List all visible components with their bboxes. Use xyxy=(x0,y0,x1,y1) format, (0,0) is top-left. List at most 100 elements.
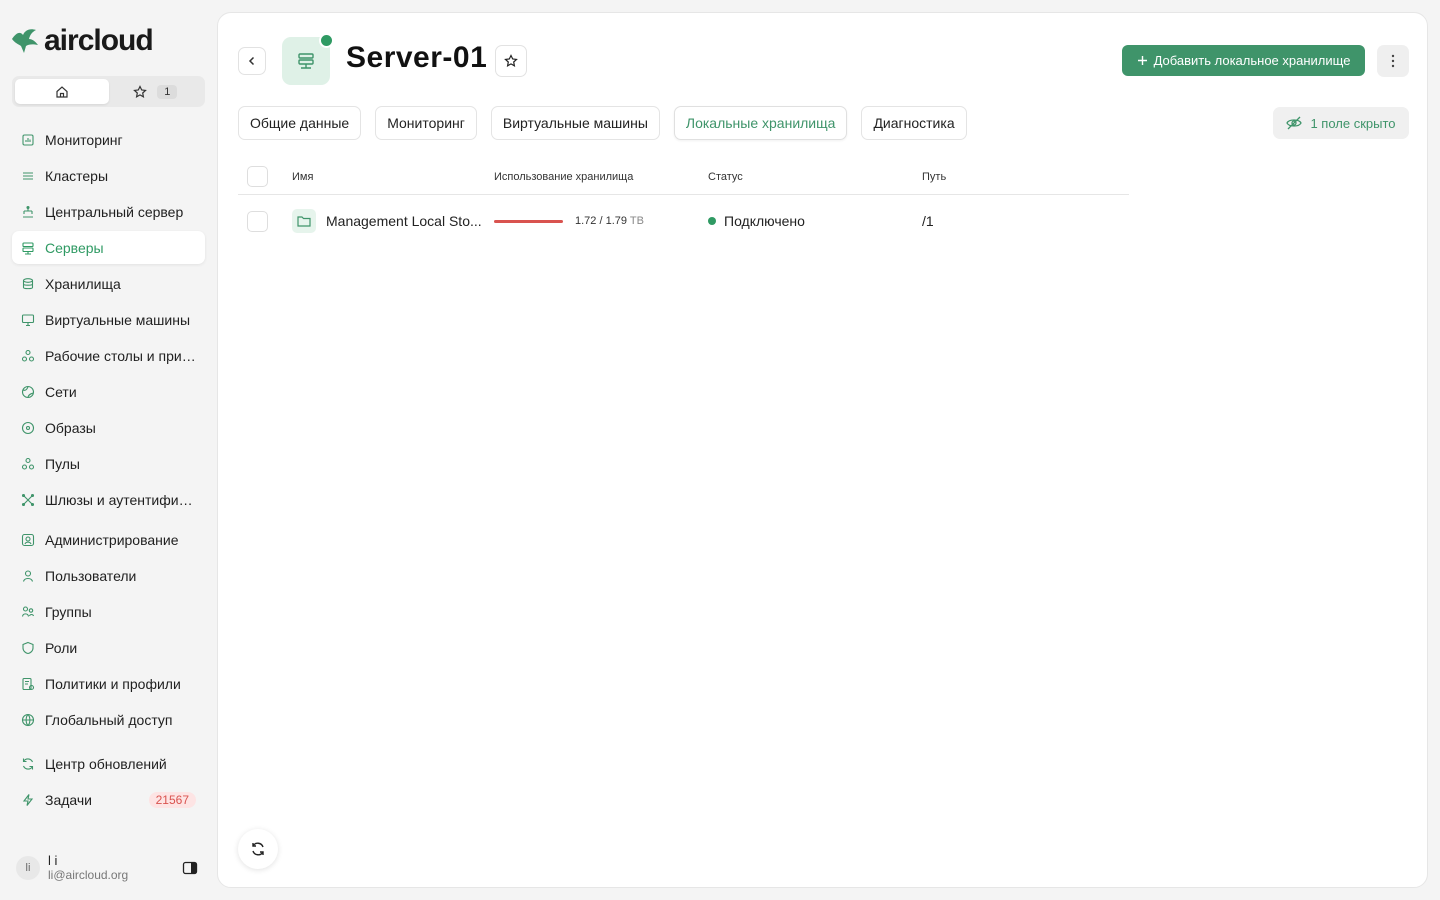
column-header-path[interactable]: Путь xyxy=(922,171,1072,183)
sidebar-item-15[interactable]: Политики и профили xyxy=(12,667,205,700)
apps-icon xyxy=(21,349,35,363)
tab-2[interactable]: Виртуальные машины xyxy=(490,106,660,140)
layers-icon xyxy=(21,169,35,183)
local-storage-table: Имя Использование хранилища Статус Путь … xyxy=(238,159,1129,247)
hidden-fields-button[interactable]: 1 поле скрыто xyxy=(1273,107,1409,139)
tab-0[interactable]: Общие данные xyxy=(238,106,362,140)
column-header-usage[interactable]: Использование хранилища xyxy=(494,171,708,183)
sidebar-item-7[interactable]: Сети xyxy=(12,375,205,408)
sidebar-item-label: Задачи xyxy=(45,791,93,808)
sidebar-item-label: Виртуальные машины xyxy=(45,311,191,328)
sidebar-item-8[interactable]: Образы xyxy=(12,411,205,444)
row-checkbox[interactable] xyxy=(247,210,268,232)
more-options-button[interactable] xyxy=(1377,45,1409,77)
column-header-status[interactable]: Статус xyxy=(708,171,922,183)
chevron-left-icon xyxy=(246,55,258,67)
policy-icon xyxy=(21,677,35,691)
star-icon xyxy=(133,84,148,99)
select-all-checkbox[interactable] xyxy=(247,166,268,187)
sidebar-item-5[interactable]: Виртуальные машины xyxy=(12,303,205,336)
shield-icon xyxy=(21,641,35,655)
sidebar-item-10[interactable]: Шлюзы и аутентифика... xyxy=(12,483,205,516)
refresh-button[interactable] xyxy=(238,829,278,869)
sidebar-item-12[interactable]: Пользователи xyxy=(12,559,205,592)
tabs: Общие данные Мониторинг Виртуальные машины… xyxy=(238,106,967,140)
favorites-tab[interactable]: 1 xyxy=(109,79,203,104)
logo[interactable]: aircloud xyxy=(10,24,154,58)
sidebar-item-11[interactable]: Администрирование xyxy=(12,523,205,556)
storage-name[interactable]: Management Local Sto... xyxy=(326,213,482,229)
usage-value: 1.72 / 1.79 xyxy=(575,215,627,227)
sidebar-item-4[interactable]: Хранилища xyxy=(12,267,205,300)
sidebar-item-label: Рабочие столы и прил... xyxy=(45,347,197,364)
sidebar-item-17[interactable]: Центр обновлений xyxy=(12,747,205,780)
tab-4[interactable]: Диагностика xyxy=(861,106,967,140)
main-panel: Server-01 Добавить локальное хранилище О… xyxy=(217,12,1428,888)
favorite-button[interactable] xyxy=(495,45,527,77)
sidebar-item-label: Сети xyxy=(45,383,77,400)
refresh-icon xyxy=(250,841,266,857)
sidebar-item-label: Администрирование xyxy=(45,531,179,548)
eye-off-icon xyxy=(1286,116,1303,130)
usage-unit: TB xyxy=(629,215,644,227)
sidebar-item-label: Пользователи xyxy=(45,567,137,584)
column-header-name[interactable]: Имя xyxy=(292,171,494,183)
home-tab[interactable] xyxy=(15,79,109,104)
pools-icon xyxy=(21,457,35,471)
status-text: Подключено xyxy=(724,213,805,229)
sidebar-item-0[interactable]: Мониторинг xyxy=(12,123,205,156)
plus-icon xyxy=(1137,55,1148,66)
user-name: l i xyxy=(48,853,58,868)
table-row[interactable]: Management Local Sto... 1.72 / 1.79 TB П… xyxy=(238,195,1129,247)
sidebar-item-label: Кластеры xyxy=(45,167,108,184)
sidebar: aircloud 1 Мониторинг Кластеры Центральный… xyxy=(0,0,217,900)
star-icon xyxy=(504,54,518,68)
sidebar-item-label: Группы xyxy=(45,603,92,620)
sidebar-toggle-icon[interactable] xyxy=(182,860,198,876)
sidebar-item-14[interactable]: Роли xyxy=(12,631,205,664)
favorites-count: 1 xyxy=(157,84,178,99)
sidebar-item-label: Роли xyxy=(45,639,78,656)
globe-grid-icon xyxy=(21,385,35,399)
sidebar-item-label: Образы xyxy=(45,419,96,436)
sidebar-item-18[interactable]: Задачи 21567 xyxy=(12,783,205,816)
bolt-icon xyxy=(21,793,35,807)
sidebar-item-label: Шлюзы и аутентифика... xyxy=(45,491,197,508)
tab-3[interactable]: Локальные хранилища xyxy=(673,106,848,140)
sidebar-item-1[interactable]: Кластеры xyxy=(12,159,205,192)
user-profile[interactable]: li l i li@aircloud.org xyxy=(16,852,206,884)
back-button[interactable] xyxy=(238,47,266,75)
avatar: li xyxy=(16,856,40,880)
usage-bar xyxy=(494,219,563,223)
server-status-dot xyxy=(319,33,334,48)
sidebar-item-2[interactable]: Центральный сервер xyxy=(12,195,205,228)
group-icon xyxy=(21,605,35,619)
logo-text: aircloud xyxy=(44,24,154,57)
globe-icon xyxy=(21,713,35,727)
server-avatar xyxy=(282,33,334,85)
tab-1[interactable]: Мониторинг xyxy=(375,106,477,140)
chart-icon xyxy=(21,133,35,147)
status-dot xyxy=(708,217,716,225)
sidebar-item-3[interactable]: Серверы xyxy=(12,231,205,264)
sidebar-item-label: Пулы xyxy=(45,455,80,472)
add-local-storage-label: Добавить локальное хранилище xyxy=(1153,53,1351,68)
sidebar-item-label: Хранилища xyxy=(45,275,121,292)
sidebar-item-13[interactable]: Группы xyxy=(12,595,205,628)
sidebar-item-label: Мониторинг xyxy=(45,131,123,148)
admin-icon xyxy=(21,533,35,547)
sidebar-item-label: Политики и профили xyxy=(45,675,181,692)
folder-icon xyxy=(292,209,316,233)
page-title: Server-01 xyxy=(346,41,488,74)
disc-icon xyxy=(21,421,35,435)
network-icon xyxy=(21,205,35,219)
add-local-storage-button[interactable]: Добавить локальное хранилище xyxy=(1122,45,1365,76)
sidebar-item-label: Центральный сервер xyxy=(45,203,184,220)
tasks-count-badge: 21567 xyxy=(148,791,196,808)
sidebar-item-16[interactable]: Глобальный доступ xyxy=(12,703,205,736)
server-icon xyxy=(296,51,316,71)
sidebar-item-6[interactable]: Рабочие столы и прил... xyxy=(12,339,205,372)
server-icon xyxy=(21,241,35,255)
refresh-icon xyxy=(21,757,35,771)
sidebar-item-9[interactable]: Пулы xyxy=(12,447,205,480)
